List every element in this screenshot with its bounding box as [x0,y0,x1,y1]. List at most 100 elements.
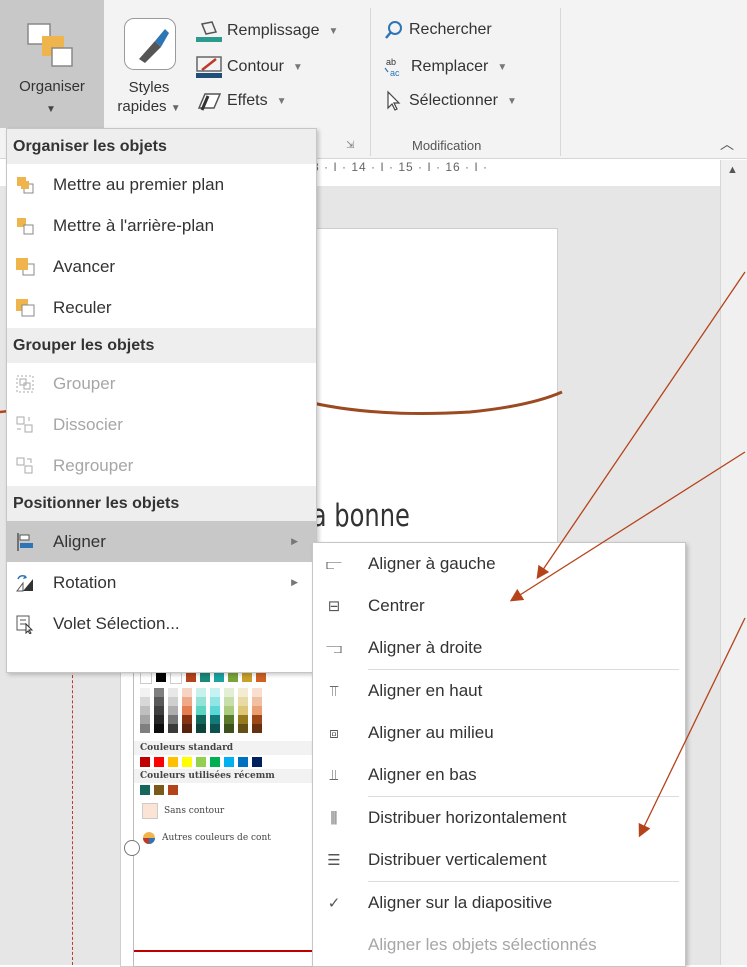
theme-shades [134,686,316,735]
slide-title-text[interactable]: la bonne [305,498,410,534]
sans-contour-item[interactable]: Sans contour [134,797,316,825]
submenu-item-align-left[interactable]: ⫍ Aligner à gauche [313,543,685,585]
menu-header-organiser: Organiser les objets [7,129,316,164]
color-swatch[interactable] [154,785,164,795]
menu-item-regroup[interactable]: Regrouper [7,445,316,486]
ribbon-separator [370,8,371,156]
color-swatch[interactable] [170,672,182,684]
organiser-dropdown-menu: Organiser les objets Mettre au premier p… [6,128,317,673]
menu-item-ungroup[interactable]: Dissocier [7,404,316,445]
color-swatch[interactable] [156,672,166,682]
color-swatch[interactable] [200,672,210,682]
submenu-item-align-selected-objects[interactable]: Aligner les objets sélectionnés [313,924,685,966]
resize-handle[interactable] [124,840,140,856]
color-swatch[interactable] [196,757,206,767]
styles-label: Styles rapides ▼ [117,79,181,115]
color-swatch[interactable] [182,757,192,767]
bring-to-front-icon [17,176,34,193]
rotate-icon [16,574,33,591]
group-icon [16,375,34,392]
cursor-icon [387,90,401,111]
selectionner-button[interactable]: Sélectionner ▼ [384,90,517,112]
submenu-item-align-bottom[interactable]: ⫫ Aligner en bas [313,754,685,796]
replace-icon: ab ac [384,57,400,78]
align-left-icon: ⫍ [326,555,342,573]
selected-border [134,950,314,967]
color-swatch[interactable] [252,757,262,767]
more-outline-colors-item[interactable]: Autres couleurs de cont [134,825,316,851]
regroup-icon [16,457,33,473]
align-center-icon: ⊟ [327,598,341,615]
color-wheel-icon [143,832,155,844]
collapse-ribbon-icon[interactable]: ︿ [720,134,734,154]
color-swatch[interactable] [224,757,234,767]
search-icon [385,21,402,39]
color-swatch[interactable] [140,785,150,795]
menu-item-bring-to-front[interactable]: Mettre au premier plan [7,164,316,205]
chevron-down-icon: ▼ [46,104,56,115]
color-swatch[interactable] [210,757,220,767]
menu-item-align[interactable]: Aligner ▶ [7,521,316,562]
effets-button[interactable]: Effets ▼ [196,90,287,112]
submenu-item-align-middle[interactable]: ⧈ Aligner au milieu [313,712,685,754]
align-bottom-icon: ⫫ [329,766,339,784]
brush-icon [139,29,169,63]
organiser-label: Organiser [19,78,85,95]
quick-styles-icon [124,18,176,70]
menu-item-selection-pane[interactable]: Volet Sélection... [7,603,316,644]
submenu-item-distribute-horizontally[interactable]: ⫼ Distribuer horizontalement [313,797,685,839]
menu-header-grouper: Grouper les objets [7,328,316,363]
selection-pane-icon [16,615,34,634]
menu-item-send-to-back[interactable]: Mettre à l'arrière-plan [7,205,316,246]
menu-item-bring-forward[interactable]: Avancer [7,246,316,287]
svg-text:ab: ab [386,57,396,67]
group-label-modification: Modification [412,138,482,153]
align-top-icon: ⫪ [329,682,339,700]
remplissage-button[interactable]: Remplissage ▼ [196,20,338,42]
color-swatch[interactable] [256,672,266,682]
no-outline-swatch [142,803,158,819]
send-to-back-icon [17,217,34,234]
menu-header-positionner: Positionner les objets [7,486,316,521]
color-swatch[interactable] [228,672,238,682]
chevron-right-icon: ▶ [291,577,298,587]
submenu-item-align-top[interactable]: ⫪ Aligner en haut [313,670,685,712]
rechercher-button[interactable]: Rechercher [384,20,492,40]
color-swatch[interactable] [186,672,196,682]
contour-button[interactable]: Contour ▼ [196,56,303,78]
send-backward-icon [16,298,35,316]
remplacer-button[interactable]: ab ac Remplacer ▼ [384,56,507,78]
color-swatch[interactable] [168,785,178,795]
align-middle-icon: ⧈ [329,724,339,742]
submenu-item-align-to-slide[interactable]: ✓ Aligner sur la diapositive [313,882,685,924]
ribbon-separator [560,8,561,156]
submenu-item-distribute-vertically[interactable]: ☰ Distribuer verticalement [313,839,685,881]
align-icon [17,532,33,551]
standard-color-row [134,755,316,769]
color-swatch[interactable] [242,672,252,682]
arrange-icon [27,23,73,67]
menu-item-send-backward[interactable]: Reculer [7,287,316,328]
align-submenu: ⫍ Aligner à gauche ⊟ Centrer ⫎ Aligner à… [312,542,686,967]
scroll-up-icon[interactable]: ▲ [727,164,738,176]
color-swatch[interactable] [168,757,178,767]
effects-icon [197,93,222,111]
checkmark-icon: ✓ [327,895,341,912]
vertical-scrollbar[interactable]: ▲ [720,160,747,965]
outline-color-palette: Couleurs du thème Couleurs standard Coul… [133,655,317,967]
ungroup-icon [16,416,33,432]
color-swatch[interactable] [140,757,150,767]
standard-colors-label: Couleurs standard [134,741,316,755]
menu-item-group[interactable]: Grouper [7,363,316,404]
color-swatch[interactable] [140,672,152,684]
menu-item-rotation[interactable]: Rotation ▶ [7,562,316,603]
dialog-launcher-icon[interactable]: ⇲ [346,140,354,151]
submenu-item-align-right[interactable]: ⫎ Aligner à droite [313,627,685,669]
styles-rapides-button[interactable]: Styles rapides ▼ [104,0,194,128]
dashed-guide [72,650,73,965]
submenu-item-align-center[interactable]: ⊟ Centrer [313,585,685,627]
color-swatch[interactable] [154,757,164,767]
organiser-button[interactable]: Organiser ▼ [0,0,104,128]
color-swatch[interactable] [214,672,224,682]
color-swatch[interactable] [238,757,248,767]
